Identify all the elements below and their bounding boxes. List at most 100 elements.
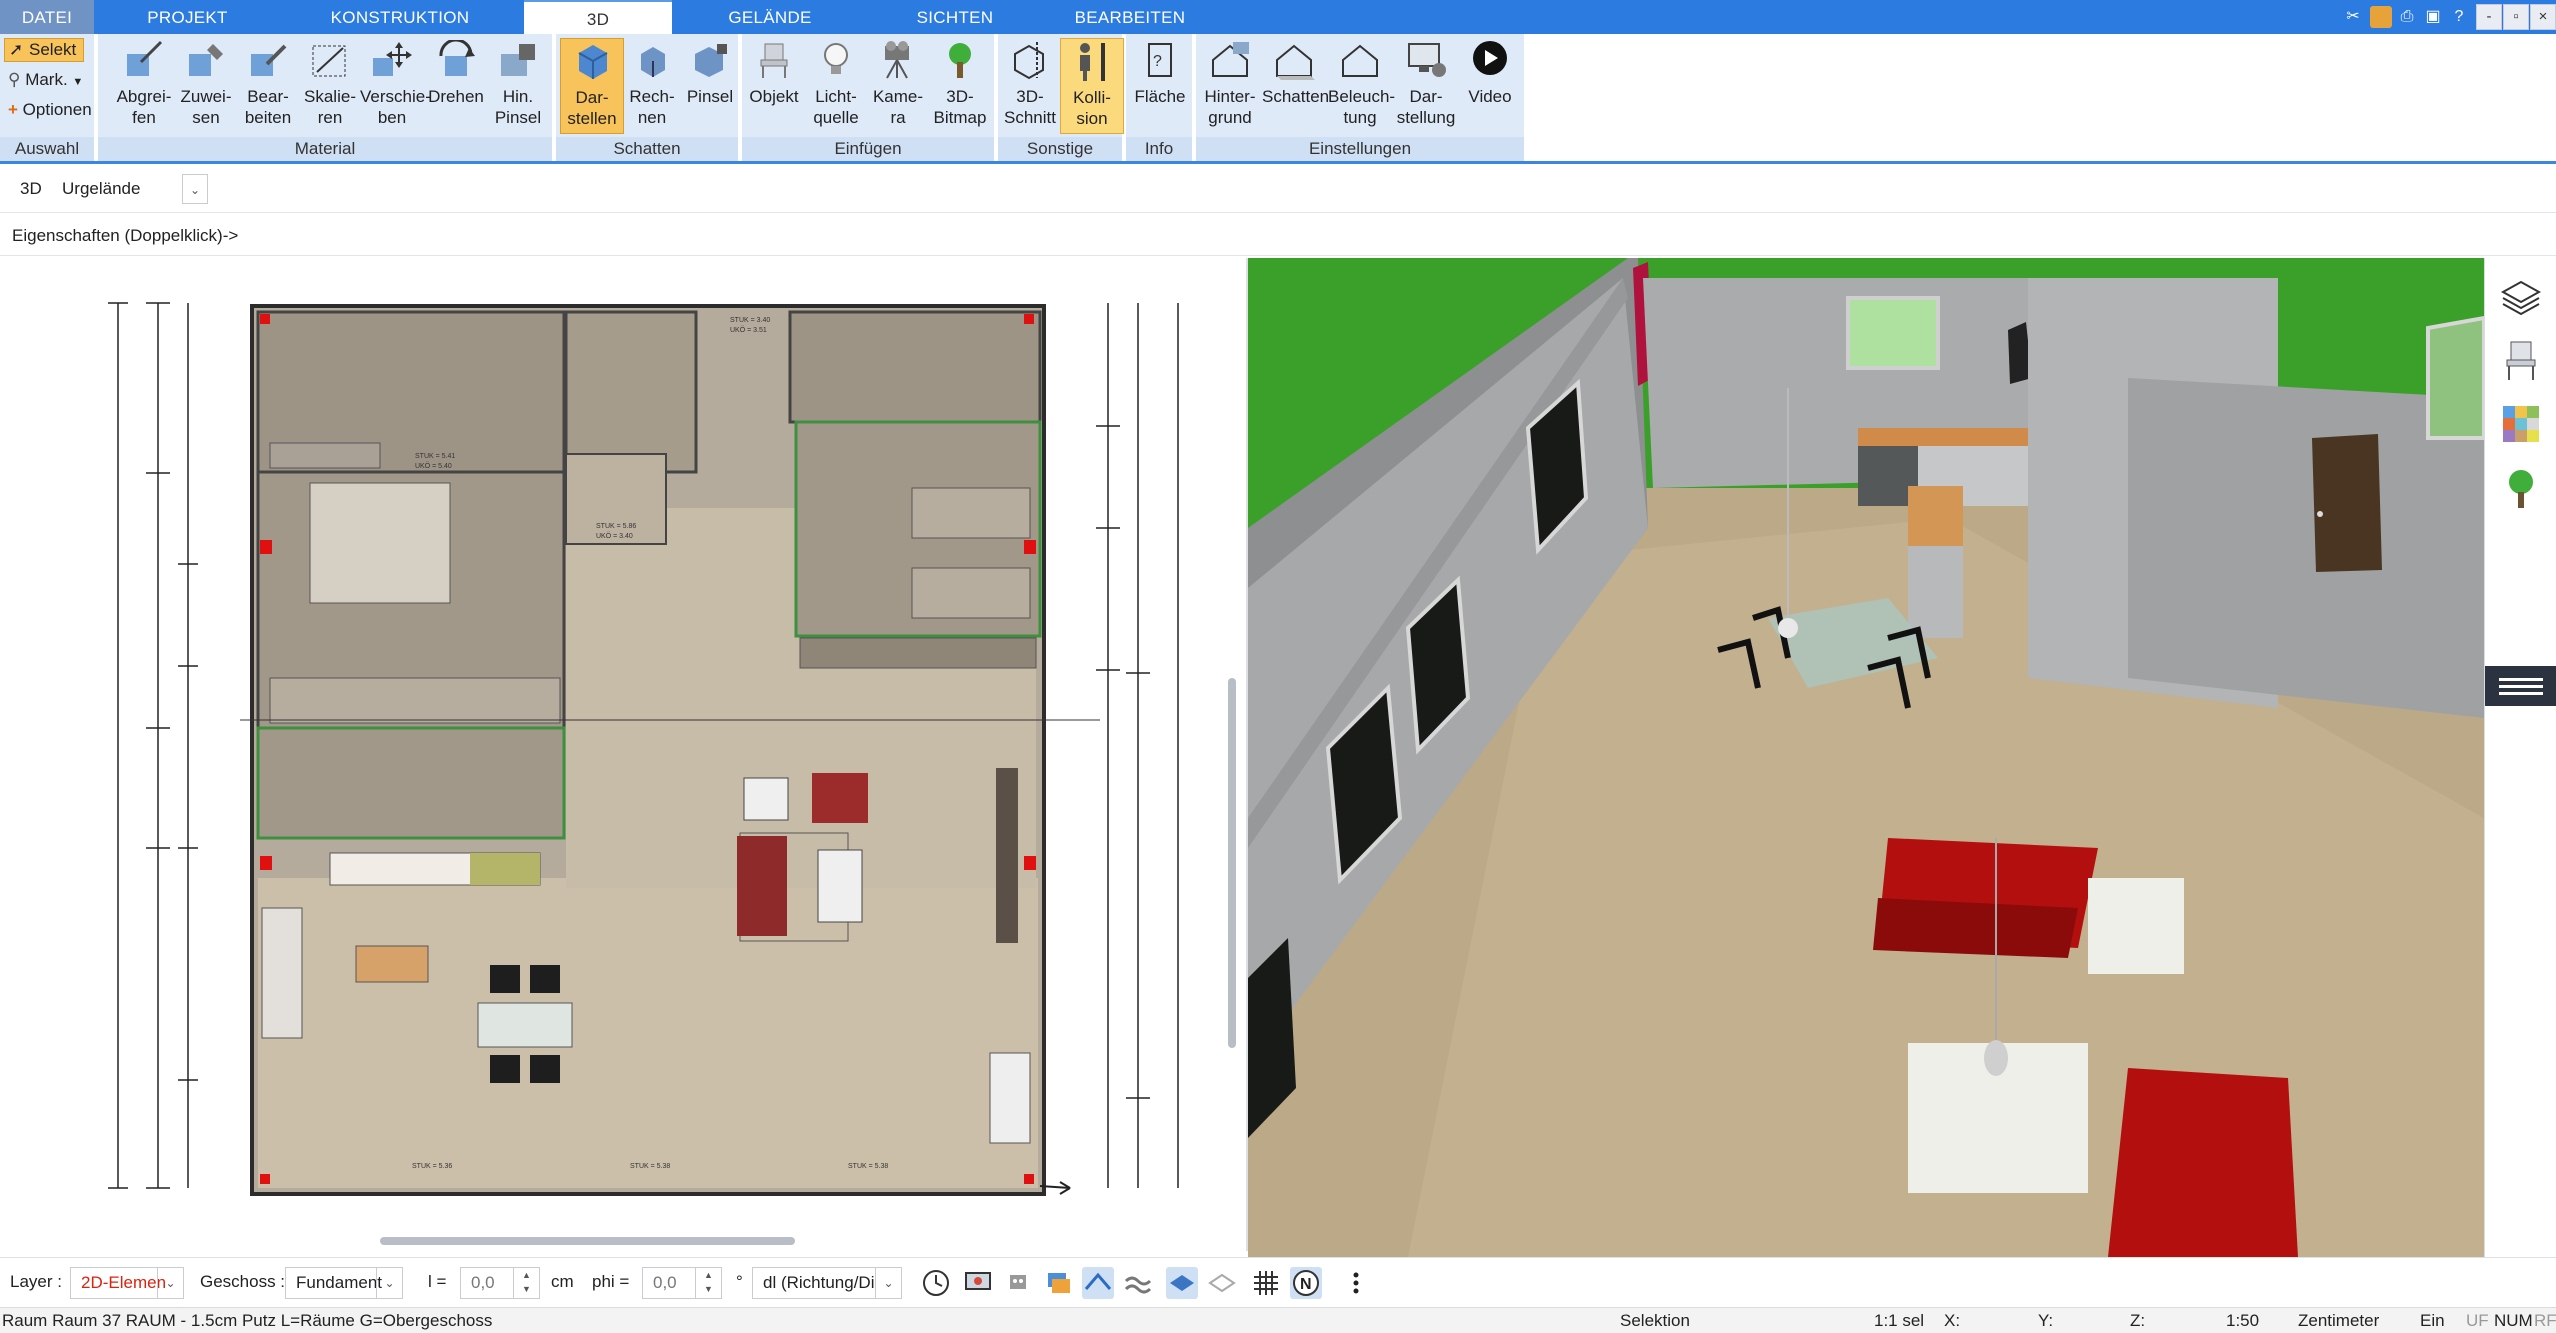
hintergrund-button[interactable]: Hinter- grund [1198, 38, 1262, 134]
hin-pinsel-button[interactable]: Hin. Pinsel [486, 38, 550, 134]
scroll-thumb[interactable] [380, 1237, 795, 1245]
lichtquelle-button[interactable]: Licht- quelle [804, 38, 868, 134]
selekt-button[interactable]: ➚ Selekt [4, 38, 84, 62]
move-icon [373, 42, 412, 76]
calc-cube-icon [641, 47, 665, 77]
mark-label: Mark. [25, 70, 68, 89]
schatten-pinsel-button[interactable]: Pinsel [678, 38, 742, 134]
tab-sichten[interactable]: SICHTEN [885, 0, 1025, 34]
right-window [2426, 315, 2484, 440]
bearbeiten-button[interactable]: Bear- beiten [236, 38, 300, 134]
floor-plan-canvas[interactable]: STUK = 3.40 UKÖ = 3.51 STUK = 5.41 UKÖ =… [0, 258, 1220, 1231]
status-z: Z: [2130, 1311, 2146, 1330]
package-icon[interactable] [2370, 6, 2392, 28]
zuweisen-button[interactable]: Zuwei- sen [174, 38, 238, 134]
objekt-button[interactable]: Objekt [742, 38, 806, 134]
direction-dropdown[interactable]: dl (Richtung/Di ⌄ [752, 1267, 902, 1299]
sidebar-toggle[interactable] [2485, 666, 2556, 706]
terrain-dropdown[interactable]: Urgelände ⌄ [52, 174, 208, 206]
darstellung-button[interactable]: Dar- stellung [1394, 38, 1458, 134]
layers-icon[interactable] [2499, 274, 2543, 318]
tree-icon [949, 43, 971, 78]
darstellen-label: Dar- stellen [567, 88, 617, 128]
robot-icon[interactable] [1002, 1267, 1034, 1299]
darstellen-button[interactable]: Dar- stellen [560, 38, 624, 134]
mark-button[interactable]: ⚲ Mark. ▼ [8, 70, 83, 90]
floor-plan-view[interactable]: STUK = 3.40 UKÖ = 3.51 STUK = 5.41 UKÖ =… [0, 258, 1220, 1231]
tab-projekt[interactable]: PROJEKT [120, 0, 255, 34]
flaeche-button[interactable]: ? Fläche [1128, 38, 1192, 134]
abgreifen-button[interactable]: Abgrei- fen [112, 38, 176, 134]
plant-icon[interactable] [2499, 466, 2543, 510]
materials-icon[interactable] [2499, 402, 2543, 446]
length-unit: cm [551, 1272, 574, 1291]
hatch-icon[interactable] [1206, 1267, 1238, 1299]
clock-icon[interactable] [920, 1267, 952, 1299]
more-options-icon[interactable] [1340, 1267, 1372, 1299]
layer-dropdown[interactable]: 2D-Elemen ⌄ [70, 1267, 184, 1299]
plan-horizontal-scrollbar[interactable] [0, 1231, 1220, 1251]
window-icon[interactable]: ▣ [2422, 6, 2444, 28]
grid-icon[interactable] [1250, 1267, 1282, 1299]
menu-line [2499, 678, 2543, 681]
stack-icon[interactable] [1042, 1267, 1074, 1299]
kollision-button[interactable]: Kolli- sion [1060, 38, 1124, 134]
tab-gelaende[interactable]: GELÄNDE [690, 0, 850, 34]
tab-3d[interactable]: 3D [524, 0, 672, 34]
phi-input[interactable]: 0,0 ▲ ▼ [642, 1267, 722, 1299]
status-y: Y: [2038, 1311, 2054, 1330]
status-x: X: [1944, 1311, 1961, 1330]
print-icon[interactable]: ⎙ [2396, 6, 2418, 28]
spinner-icon[interactable]: ▲ ▼ [695, 1268, 721, 1298]
selekt-label: Selekt [29, 40, 77, 59]
wave-icon[interactable] [1122, 1267, 1154, 1299]
beleuchtung-button[interactable]: Beleuch- tung [1328, 38, 1395, 134]
3d-bitmap-button[interactable]: 3D- Bitmap [928, 38, 992, 134]
tab-konstruktion[interactable]: KONSTRUKTION [300, 0, 500, 34]
properties-hint[interactable]: Eigenschaften (Doppelklick)-> [12, 226, 238, 246]
drehen-button[interactable]: Drehen [424, 38, 488, 134]
monitor-icon[interactable] [962, 1267, 994, 1299]
objekt-label: Objekt [749, 87, 799, 106]
office-shelf [799, 637, 1037, 669]
spinner-icon[interactable]: ▲ ▼ [513, 1268, 539, 1298]
geschoss-label: Geschoss : [200, 1272, 286, 1291]
roof-tool-icon[interactable] [1082, 1267, 1114, 1299]
plan-vertical-scrollbar[interactable] [1220, 258, 1246, 1251]
length-input[interactable]: 0,0 ▲ ▼ [460, 1267, 540, 1299]
schatten-settings-label: Schatten [1262, 87, 1330, 106]
tools-icon[interactable]: ✂ [2342, 6, 2364, 28]
minimize-button[interactable]: - [2476, 4, 2502, 30]
scroll-thumb[interactable] [1228, 678, 1236, 1048]
furniture-icon[interactable] [2499, 338, 2543, 382]
kamera-button[interactable]: Kame- ra [866, 38, 930, 134]
optionen-button[interactable]: + Optionen [8, 100, 92, 120]
schatten-settings-button[interactable]: Schatten [1262, 38, 1330, 134]
right-dimension-lines [1096, 303, 1179, 1188]
plan-label: STUK = 5.86 [596, 523, 636, 530]
plan-label: STUK = 5.41 [415, 453, 455, 460]
3d-view[interactable] [1248, 258, 2484, 1257]
status-unit: Zentimeter [2298, 1311, 2380, 1330]
layer-plane-icon[interactable] [1166, 1267, 1198, 1299]
help-icon[interactable]: ? [2448, 6, 2470, 28]
menu-line [2499, 685, 2543, 688]
north-icon[interactable]: N [1290, 1267, 1322, 1299]
wardrobe [269, 677, 561, 724]
close-button[interactable]: × [2530, 4, 2556, 30]
view-toolbar: 3D Urgelände ⌄ [0, 167, 2556, 213]
app-window: DATEI PROJEKT KONSTRUKTION 3D GELÄNDE SI… [0, 0, 2556, 1333]
skalieren-button[interactable]: Skalie- ren [298, 38, 362, 134]
video-button[interactable]: Video [1458, 38, 1522, 134]
shadow-cube-icon [578, 45, 608, 79]
geschoss-dropdown[interactable]: Fundament ⌄ [285, 1267, 403, 1299]
verschieben-button[interactable]: Verschie- ben [360, 38, 431, 134]
rechnen-button[interactable]: Rech- nen [620, 38, 684, 134]
3d-scene[interactable] [1248, 258, 2484, 1257]
restore-button[interactable]: ▫ [2503, 4, 2529, 30]
tab-datei[interactable]: DATEI [0, 0, 94, 34]
hintergrund-label: Hinter- grund [1204, 87, 1256, 127]
3d-schnitt-button[interactable]: 3D- Schnitt [998, 38, 1062, 134]
chevron-down-icon: ⌄ [875, 1268, 901, 1298]
tab-bearbeiten[interactable]: BEARBEITEN [1045, 0, 1215, 34]
